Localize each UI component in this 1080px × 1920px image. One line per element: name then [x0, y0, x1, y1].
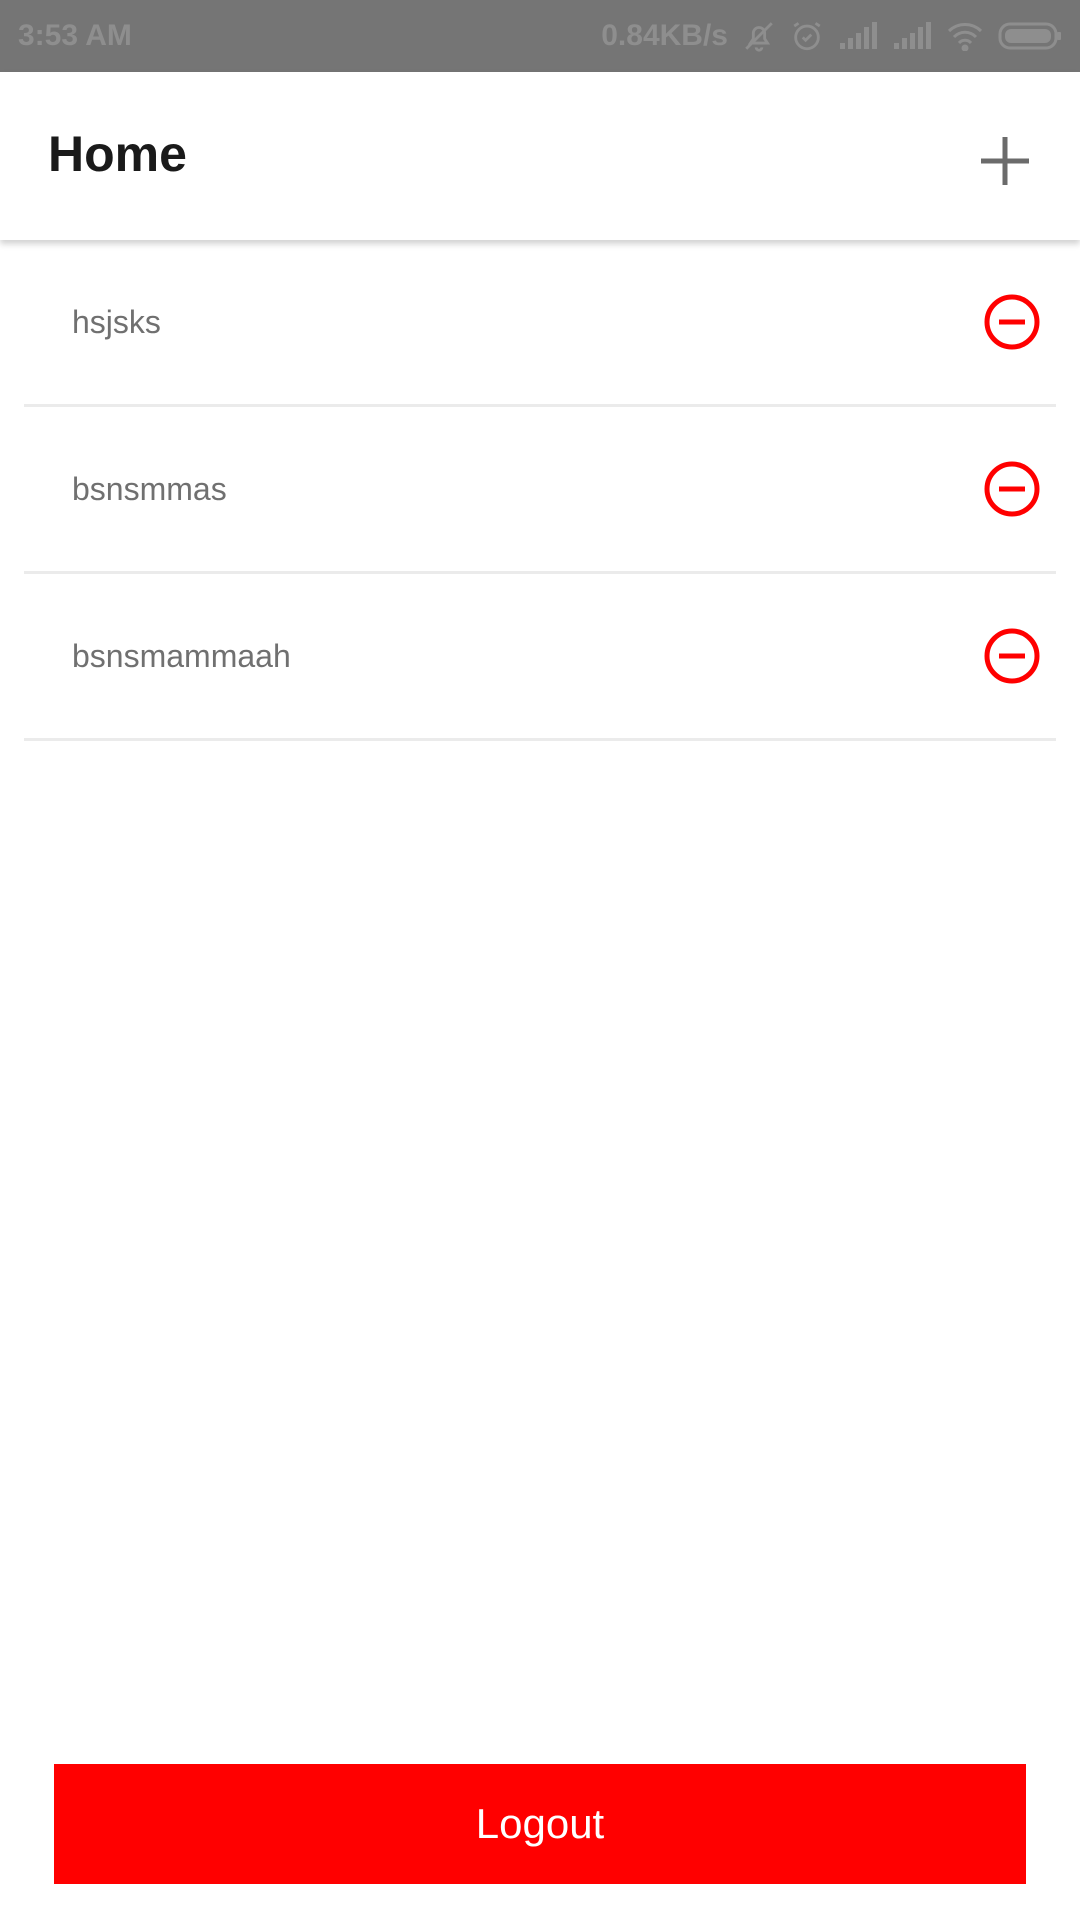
list-item-label: bsnsmammaah — [72, 637, 291, 674]
list-item[interactable]: hsjsks — [24, 240, 1056, 407]
list-item[interactable]: bsnsmmas — [24, 407, 1056, 574]
remove-circle-icon — [984, 461, 1040, 517]
signal-icon — [892, 21, 932, 51]
page-title: Home — [48, 126, 187, 182]
app-bar: Home — [0, 72, 1080, 240]
add-button[interactable] — [968, 124, 1042, 198]
wifi-icon — [946, 21, 984, 51]
status-time: 3:53 AM — [18, 19, 132, 52]
battery-icon — [998, 21, 1062, 51]
remove-item-button[interactable] — [982, 459, 1042, 519]
signal-icon — [838, 21, 878, 51]
network-speed: 0.84KB/s — [601, 19, 728, 52]
status-bar: 3:53 AM 0.84KB/s — [0, 0, 1080, 72]
logout-button[interactable]: Logout — [54, 1764, 1026, 1884]
home-screen: 3:53 AM 0.84KB/s Home hsjsks bsnsmmas bs… — [0, 0, 1080, 1920]
remove-item-button[interactable] — [982, 292, 1042, 352]
item-list: hsjsks bsnsmmas bsnsmammaah — [24, 240, 1056, 741]
logout-label: Logout — [475, 1800, 605, 1847]
remove-item-button[interactable] — [982, 626, 1042, 686]
remove-circle-icon — [984, 294, 1040, 350]
plus-icon — [981, 137, 1029, 185]
bell-off-icon — [742, 19, 776, 53]
status-indicators: 0.84KB/s — [601, 19, 1062, 53]
remove-circle-icon — [984, 628, 1040, 684]
list-item-label: bsnsmmas — [72, 470, 227, 507]
list-item-label: hsjsks — [72, 303, 161, 340]
alarm-icon — [790, 19, 824, 53]
list-item[interactable]: bsnsmammaah — [24, 574, 1056, 741]
